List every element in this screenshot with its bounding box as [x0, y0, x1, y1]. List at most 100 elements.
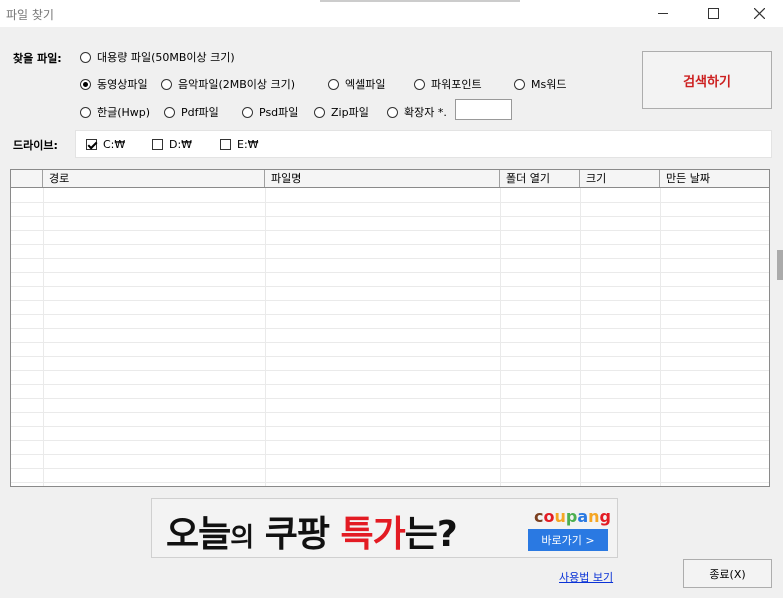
ad-slogan-part: 쿠팡	[253, 514, 341, 555]
radio-video[interactable]: 동영상파일	[80, 76, 148, 92]
radio-zip[interactable]: Zip파일	[314, 104, 369, 120]
radio-large-files[interactable]: 대용량 파일(50MB이상 크기)	[80, 49, 235, 65]
radio-label: 음악파일(2MB이상 크기)	[178, 78, 296, 91]
file-type-label: 찾을 파일:	[13, 52, 62, 65]
grid-line	[11, 342, 769, 343]
drive-label-e: E:₩	[237, 138, 259, 151]
drive-c-checkbox[interactable]: C:₩	[86, 138, 125, 151]
maximize-button[interactable]	[690, 0, 736, 27]
ad-slogan-highlight: 특가	[340, 514, 405, 555]
ad-banner[interactable]: 오늘의 쿠팡 특가는? coupang 바로가기 >	[151, 498, 618, 558]
column-header-index[interactable]	[11, 170, 43, 187]
minimize-icon	[658, 13, 668, 14]
window-edge-handle	[777, 250, 783, 280]
radio-dot	[80, 78, 91, 90]
exit-button[interactable]: 종료(X)	[683, 559, 772, 588]
grid-line	[11, 356, 769, 357]
radio-label: Pdf파일	[181, 106, 219, 119]
radio-dot	[161, 78, 172, 90]
grid-line	[11, 202, 769, 203]
grid-line	[11, 384, 769, 385]
column-header-open-folder[interactable]: 폴더 열기	[500, 170, 580, 187]
drive-label-d: D:₩	[169, 138, 193, 151]
ad-slogan-part: 는?	[404, 514, 458, 555]
ad-go-button[interactable]: 바로가기 >	[528, 529, 608, 551]
grid-column-line	[660, 188, 661, 486]
close-button[interactable]	[736, 0, 782, 27]
radio-music[interactable]: 음악파일(2MB이상 크기)	[161, 76, 295, 92]
drive-label: 드라이브:	[13, 139, 58, 152]
radio-label: 엑셀파일	[345, 78, 386, 91]
radio-dot	[80, 106, 91, 118]
grid-line	[11, 244, 769, 245]
radio-dot	[80, 51, 91, 63]
logo-letter: n	[588, 507, 600, 526]
logo-letter: u	[554, 507, 566, 526]
radio-label: 동영상파일	[97, 78, 148, 91]
logo-letter: a	[577, 507, 589, 526]
radio-label: 한글(Hwp)	[97, 106, 151, 119]
ad-slogan-part: 오늘	[166, 514, 231, 555]
column-header-created-date[interactable]: 만든 날짜	[660, 170, 769, 187]
title-bar-strip	[320, 0, 520, 2]
grid-line	[11, 300, 769, 301]
column-header-filename[interactable]: 파일명	[265, 170, 500, 187]
radio-dot	[328, 78, 339, 90]
drive-d-checkbox[interactable]: D:₩	[152, 138, 192, 151]
grid-line	[11, 230, 769, 231]
table-header: 경로 파일명 폴더 열기 크기 만든 날짜	[11, 170, 769, 188]
radio-label: Zip파일	[331, 106, 369, 119]
grid-line	[11, 412, 769, 413]
grid-column-line	[43, 188, 44, 486]
grid-line	[11, 468, 769, 469]
drive-panel: C:₩ D:₩ E:₩	[75, 130, 772, 158]
grid-line	[11, 328, 769, 329]
grid-column-line	[580, 188, 581, 486]
window-title: 파일 찾기	[6, 8, 54, 22]
checkbox-box	[220, 139, 231, 150]
radio-hwp[interactable]: 한글(Hwp)	[80, 104, 150, 120]
grid-line	[11, 398, 769, 399]
grid-line	[11, 454, 769, 455]
grid-line	[11, 314, 769, 315]
logo-letter: g	[599, 507, 611, 526]
radio-label: Psd파일	[259, 106, 299, 119]
close-icon	[753, 8, 765, 19]
ad-slogan: 오늘의 쿠팡 특가는?	[166, 505, 458, 557]
logo-letter: p	[565, 507, 578, 526]
drive-label-c: C:₩	[103, 138, 126, 151]
radio-powerpoint[interactable]: 파워포인트	[414, 76, 482, 92]
radio-label: 파워포인트	[431, 78, 482, 91]
ad-slogan-part: 의	[230, 523, 254, 553]
radio-dot	[314, 106, 325, 118]
drive-e-checkbox[interactable]: E:₩	[220, 138, 259, 151]
grid-line	[11, 426, 769, 427]
grid-line	[11, 272, 769, 273]
radio-excel[interactable]: 엑셀파일	[328, 76, 385, 92]
search-button[interactable]: 검색하기	[642, 51, 772, 109]
radio-msword[interactable]: Ms워드	[514, 76, 566, 92]
radio-dot	[514, 78, 525, 90]
title-bar: 파일 찾기	[0, 0, 783, 27]
grid-line	[11, 216, 769, 217]
results-table[interactable]: 경로 파일명 폴더 열기 크기 만든 날짜	[10, 169, 770, 487]
maximize-icon	[707, 8, 719, 19]
coupang-logo: coupang	[534, 507, 611, 526]
column-header-path[interactable]: 경로	[43, 170, 265, 187]
radio-label: 확장자 *.	[404, 106, 447, 119]
column-header-size[interactable]: 크기	[580, 170, 660, 187]
extension-input[interactable]	[455, 99, 512, 120]
minimize-button[interactable]	[640, 0, 686, 27]
radio-dot	[242, 106, 253, 118]
radio-psd[interactable]: Psd파일	[242, 104, 298, 120]
grid-line	[11, 440, 769, 441]
radio-pdf[interactable]: Pdf파일	[164, 104, 219, 120]
radio-dot	[414, 78, 425, 90]
usage-guide-link[interactable]: 사용법 보기	[559, 569, 613, 585]
grid-line	[11, 482, 769, 483]
radio-extension[interactable]: 확장자 *.	[387, 104, 447, 120]
checkbox-box	[86, 139, 97, 150]
grid-line	[11, 370, 769, 371]
radio-dot	[164, 106, 175, 118]
radio-label: Ms워드	[531, 78, 567, 91]
